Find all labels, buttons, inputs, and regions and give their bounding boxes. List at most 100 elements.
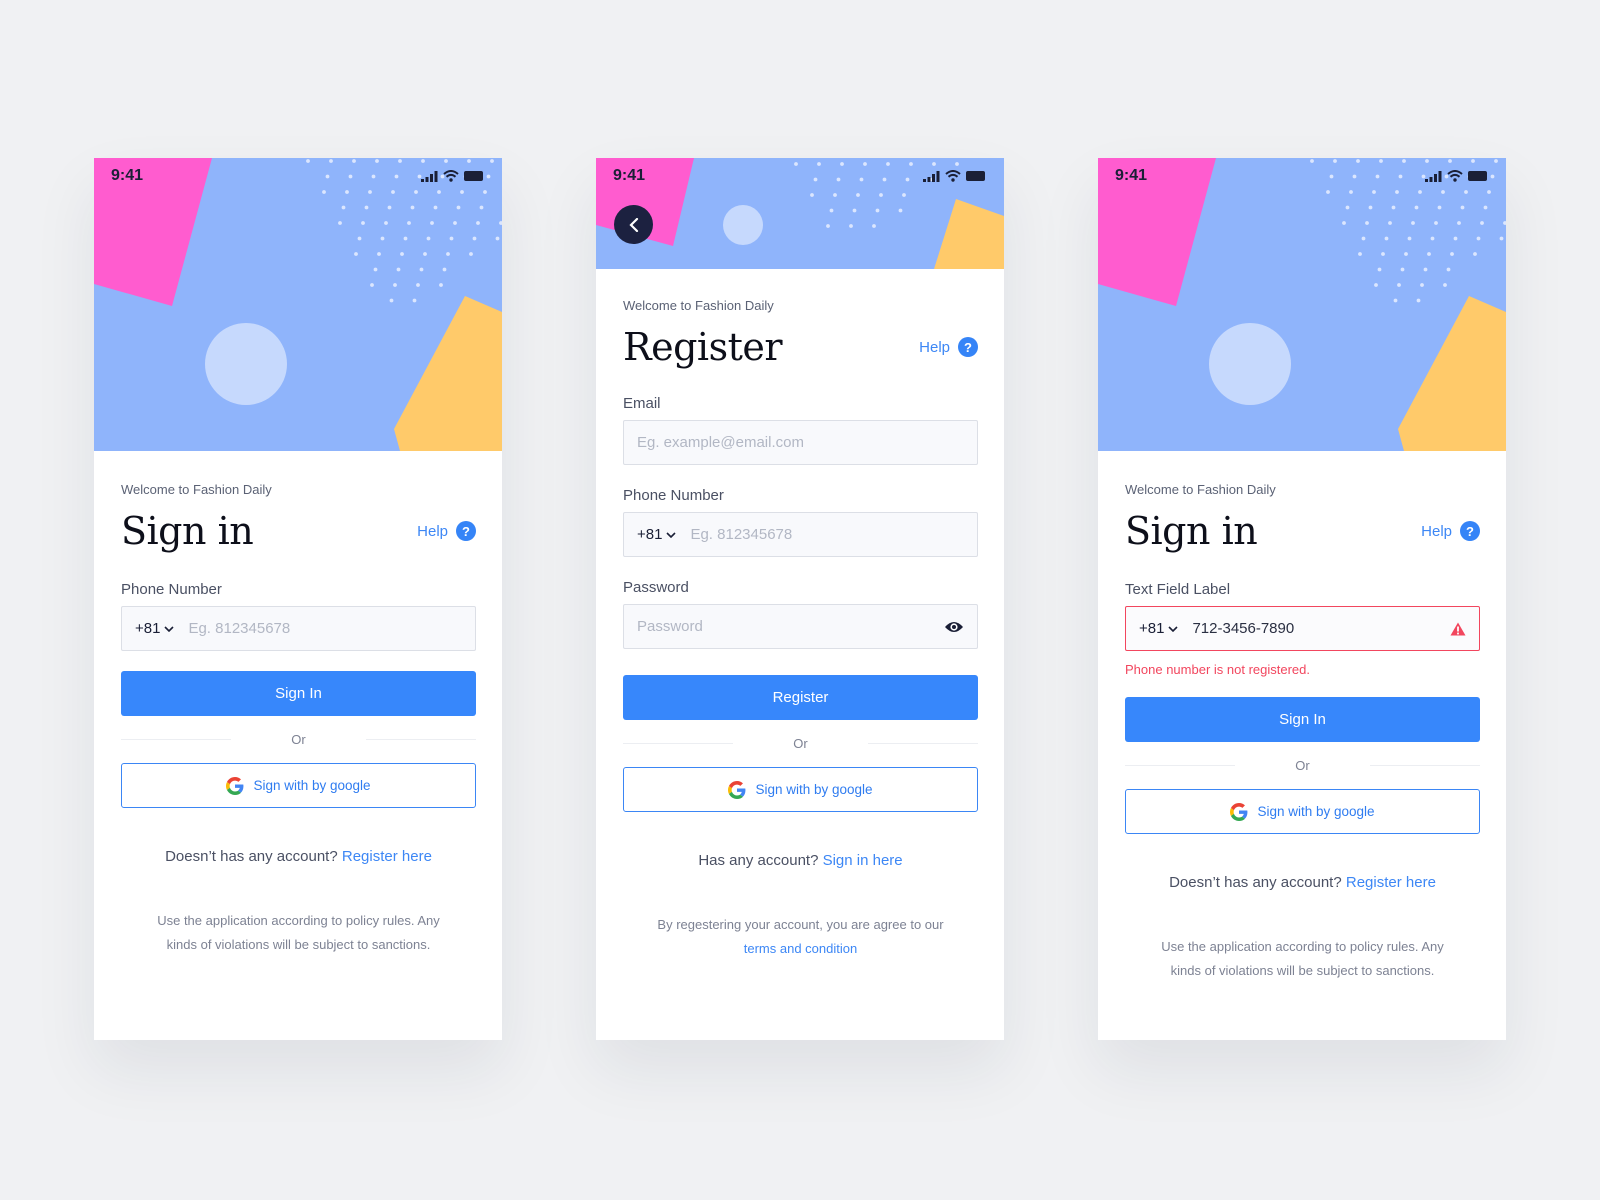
chevron-down-icon [1168, 625, 1179, 632]
sign-in-button[interactable]: Sign In [121, 671, 476, 716]
status-time: 9:41 [1115, 167, 1148, 184]
dot [826, 224, 830, 228]
sign-in-link[interactable]: Sign in here [823, 852, 903, 869]
phone-field[interactable]: +81 Eg. 812345678 [623, 512, 978, 557]
register-prompt: Doesn’t has any account? Register here [121, 848, 476, 865]
dot [389, 298, 394, 303]
dot [875, 208, 880, 213]
dot [1342, 221, 1346, 225]
phone-input-value: 712-3456-7890 [1192, 620, 1295, 637]
chevron-left-icon [628, 217, 638, 232]
dot [412, 298, 417, 303]
dot [357, 236, 362, 241]
country-code-select[interactable]: +81 [637, 526, 677, 543]
country-code-value: +81 [637, 526, 663, 543]
dot [1480, 221, 1484, 225]
decorative-shapes [1098, 158, 1506, 451]
light-circle [1209, 323, 1291, 405]
terms-link[interactable]: terms and condition [623, 937, 978, 961]
policy-text: Use the application according to policy … [121, 909, 476, 957]
welcome-text: Welcome to Fashion Daily [121, 482, 272, 497]
dot [396, 267, 401, 272]
hero-illustration [94, 158, 502, 451]
register-form: Welcome to Fashion Daily Register Help ?… [623, 298, 979, 961]
terms-line: By regestering your account, you are agr… [657, 917, 944, 932]
account-prompt: Doesn’t has any account? [165, 848, 338, 865]
dot [430, 221, 434, 225]
status-time: 9:41 [111, 167, 144, 184]
google-sign-in-button[interactable]: Sign with by google [1125, 789, 1480, 834]
dot [1393, 298, 1398, 303]
dot [1446, 267, 1451, 272]
register-prompt: Doesn’t has any account? Register here [1125, 874, 1480, 891]
dot [419, 267, 424, 272]
yellow-shape [934, 199, 1004, 269]
google-icon [1230, 802, 1248, 821]
help-button[interactable]: Help ? [417, 521, 476, 541]
phone-field[interactable]: +81 Eg. 812345678 [121, 606, 476, 651]
google-sign-in-button[interactable]: Sign with by google [623, 767, 978, 812]
dot [1457, 221, 1461, 225]
dot [1443, 283, 1447, 287]
google-button-label: Sign with by google [755, 782, 873, 797]
help-button[interactable]: Help ? [919, 337, 978, 357]
dot [1437, 205, 1442, 210]
warning-icon [1450, 622, 1466, 635]
register-link[interactable]: Register here [1346, 874, 1436, 891]
phone-input-placeholder: Eg. 812345678 [690, 526, 793, 543]
eye-icon[interactable] [944, 620, 964, 634]
dot [426, 236, 431, 241]
dot [1430, 236, 1435, 241]
dot [1453, 236, 1458, 241]
dot [416, 283, 420, 287]
dot [1345, 205, 1350, 210]
dot [446, 252, 450, 256]
or-divider: Or [121, 732, 477, 747]
dot [1377, 267, 1382, 272]
country-code-value: +81 [135, 620, 161, 637]
password-placeholder: Password [637, 618, 703, 635]
dot [373, 267, 378, 272]
dot [472, 236, 477, 241]
phone-label: Text Field Label [1125, 581, 1231, 598]
dot [377, 252, 381, 256]
google-icon [728, 780, 746, 799]
dot [1414, 205, 1419, 210]
phone-field[interactable]: +81 712-3456-7890 [1125, 606, 1480, 651]
email-field[interactable]: Eg. example@email.com [623, 420, 978, 465]
or-divider: Or [1125, 758, 1481, 773]
wifi-icon [1447, 170, 1463, 182]
dot [423, 252, 427, 256]
sign-in-button[interactable]: Sign In [1125, 697, 1480, 742]
help-icon: ? [456, 521, 476, 541]
dot [341, 205, 346, 210]
light-circle [723, 205, 763, 245]
dot [1427, 252, 1431, 256]
policy-line-2: kinds of violations will be subject to s… [166, 937, 431, 952]
dot [449, 236, 454, 241]
country-code-select[interactable]: +81 [135, 620, 175, 637]
dot [1391, 205, 1396, 210]
password-field[interactable]: Password [623, 604, 978, 649]
signin-form: Welcome to Fashion Daily Sign in Help ? … [1125, 482, 1481, 983]
register-screen: 9:41 Welcome to Fashion Daily Register H… [596, 158, 1004, 1040]
help-label: Help [1421, 522, 1452, 540]
dot [1358, 252, 1362, 256]
dot [1476, 236, 1481, 241]
help-button[interactable]: Help ? [1421, 521, 1480, 541]
dot [1384, 236, 1389, 241]
google-sign-in-button[interactable]: Sign with by google [121, 763, 476, 808]
yellow-shape [1398, 296, 1506, 451]
dot [1420, 283, 1424, 287]
page-title: Register [623, 325, 783, 369]
status-time: 9:41 [613, 167, 646, 184]
phone-input-placeholder: Eg. 812345678 [188, 620, 291, 637]
light-circle [205, 323, 287, 405]
register-button[interactable]: Register [623, 675, 978, 720]
dot [499, 221, 502, 225]
country-code-select[interactable]: +81 [1139, 620, 1179, 637]
register-link[interactable]: Register here [342, 848, 432, 865]
hero-illustration [1098, 158, 1506, 451]
back-button[interactable] [614, 205, 653, 244]
page-title: Sign in [121, 509, 254, 553]
